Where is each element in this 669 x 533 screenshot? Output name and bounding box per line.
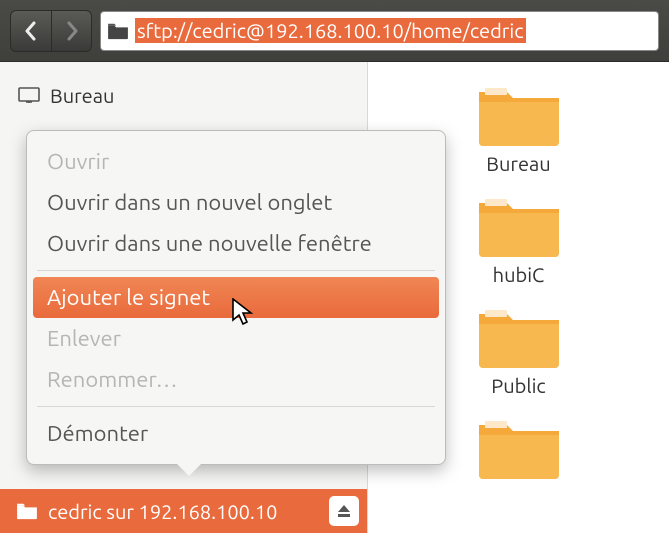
menu-add-bookmark[interactable]: Ajouter le signet xyxy=(33,277,439,318)
folder-label: hubiC xyxy=(493,263,545,286)
monitor-icon xyxy=(18,87,40,105)
context-menu: Ouvrir Ouvrir dans un nouvel onglet Ouvr… xyxy=(26,130,446,465)
folder-icon xyxy=(475,82,563,146)
menu-remove[interactable]: Enlever xyxy=(33,318,439,359)
folder-icon xyxy=(475,304,563,368)
sidebar-item-label: cedric sur 192.168.100.10 xyxy=(48,500,277,523)
sidebar-item-label: Bureau xyxy=(50,84,114,107)
sidebar-item-mount[interactable]: cedric sur 192.168.100.10 xyxy=(0,489,367,533)
folder-label: Bureau xyxy=(486,152,550,175)
folder-label: Public xyxy=(491,374,545,397)
menu-unmount[interactable]: Démonter xyxy=(33,413,439,454)
folder-icon xyxy=(475,193,563,257)
menu-open-window[interactable]: Ouvrir dans une nouvelle fenêtre xyxy=(33,223,439,264)
forward-button[interactable] xyxy=(51,11,91,51)
address-text: sftp://cedric@192.168.100.10/home/cedric xyxy=(135,18,526,43)
folder-icon xyxy=(16,502,38,520)
menu-open-tab[interactable]: Ouvrir dans un nouvel onglet xyxy=(33,182,439,223)
back-button[interactable] xyxy=(11,11,51,51)
eject-icon xyxy=(336,504,352,518)
menu-open[interactable]: Ouvrir xyxy=(33,141,439,182)
address-bar[interactable]: sftp://cedric@192.168.100.10/home/cedric xyxy=(100,11,659,51)
menu-separator xyxy=(37,270,435,271)
folder-item[interactable]: Bureau xyxy=(434,82,604,175)
toolbar: sftp://cedric@192.168.100.10/home/cedric xyxy=(0,0,669,62)
menu-rename[interactable]: Renommer… xyxy=(33,359,439,400)
eject-button[interactable] xyxy=(329,496,359,526)
menu-separator xyxy=(37,406,435,407)
folder-item[interactable]: hubiC xyxy=(434,193,604,286)
folder-item[interactable]: Public xyxy=(434,304,604,397)
sidebar-item-desktop[interactable]: Bureau xyxy=(0,78,367,113)
folder-icon xyxy=(475,415,563,479)
nav-buttons xyxy=(10,10,92,52)
folder-item[interactable] xyxy=(434,415,604,485)
folder-icon xyxy=(107,22,129,40)
